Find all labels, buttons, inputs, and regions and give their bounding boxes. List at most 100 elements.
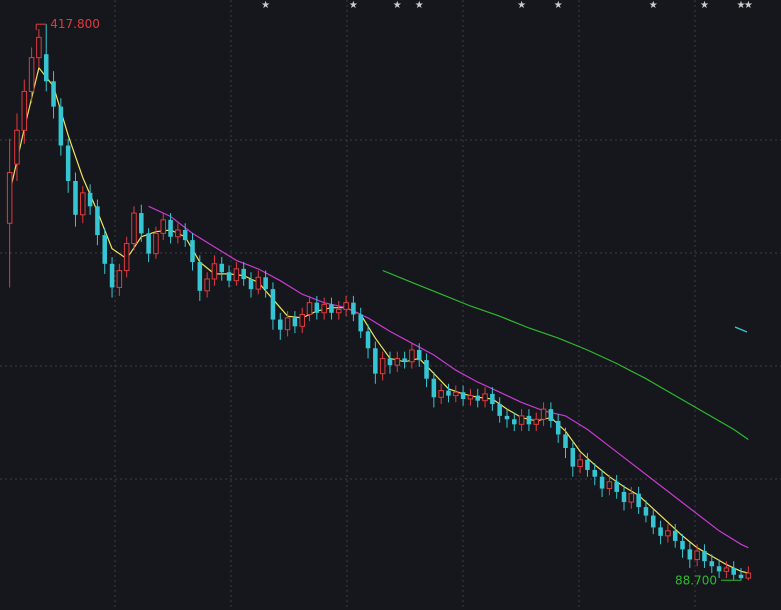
event-star-mark: ★ — [554, 0, 563, 11]
candle-body — [467, 395, 474, 400]
candle-body — [665, 530, 671, 537]
candle-body — [219, 263, 225, 273]
candle-body — [446, 390, 451, 396]
candle-body — [533, 418, 540, 425]
candle-body — [51, 81, 56, 107]
candle-body — [438, 390, 444, 398]
candle-body — [255, 276, 262, 290]
candle-body — [102, 235, 108, 264]
candle-body — [672, 530, 678, 541]
candle-body — [636, 493, 641, 508]
candle-body — [197, 262, 203, 291]
candle-body — [563, 434, 568, 448]
candle-body — [358, 314, 363, 332]
candle-body — [314, 302, 320, 313]
candle-body — [270, 289, 276, 320]
candle-body — [36, 36, 42, 59]
stock-chart: ★ ★ ★ ★ ★ ★ ★ ★ ★ ★ 417.800 88.700 — [0, 0, 781, 610]
candle-body — [226, 272, 232, 281]
candle-body — [284, 317, 291, 331]
candle-body — [738, 574, 744, 579]
candle-body — [233, 268, 240, 282]
candle-body — [723, 567, 730, 572]
candle-body — [745, 572, 752, 579]
candle-body — [592, 469, 598, 477]
candle-body — [204, 278, 210, 292]
candle-body — [14, 129, 20, 165]
candle-body — [606, 481, 613, 490]
candle-body — [504, 415, 510, 420]
candle-body — [373, 348, 378, 374]
candle-body — [73, 180, 78, 215]
event-star-mark: ★ — [349, 0, 358, 11]
candle-body — [182, 229, 188, 241]
candle-body — [277, 319, 283, 330]
candle-body — [146, 233, 151, 254]
candle-body — [379, 357, 386, 375]
candle-body — [526, 415, 532, 425]
candle-body — [6, 172, 13, 224]
candle-body — [548, 409, 554, 421]
candle-body — [475, 395, 481, 401]
candle-body — [460, 392, 466, 399]
candle-body — [555, 420, 561, 435]
candle-body — [658, 527, 663, 536]
candle-body — [599, 476, 605, 489]
candle-body — [490, 393, 495, 405]
candle-body — [263, 277, 268, 290]
candle-body — [585, 459, 590, 470]
candle-body — [58, 106, 64, 146]
event-star-mark: ★ — [517, 0, 526, 11]
candle-body — [123, 243, 130, 272]
event-star-mark: ★ — [649, 0, 658, 11]
candle-body — [680, 540, 685, 550]
candle-body — [709, 561, 715, 567]
candle-body — [570, 447, 576, 467]
candle-body — [211, 263, 218, 280]
candle-body — [190, 240, 195, 263]
event-star-mark: ★ — [415, 0, 424, 11]
event-star-mark: ★ — [261, 0, 270, 11]
candle-body — [351, 302, 356, 315]
candle-body — [248, 278, 254, 290]
candle-body — [394, 357, 401, 366]
candle-body — [109, 263, 115, 288]
candle-body — [139, 213, 144, 234]
candle-body — [87, 192, 93, 207]
candle-body — [540, 408, 547, 420]
candle-body — [650, 515, 656, 528]
max-price-label: 417.800 — [50, 17, 100, 31]
event-star-mark: ★ — [744, 0, 753, 11]
candle-body — [65, 145, 71, 181]
candle-body — [577, 459, 583, 468]
candle-body — [292, 317, 298, 327]
candle-body — [402, 358, 407, 362]
candle-body — [21, 90, 28, 131]
candle-body — [497, 404, 502, 416]
candle-body — [716, 566, 722, 572]
candle-body — [424, 360, 429, 379]
candle-body — [329, 304, 334, 313]
candle-body — [299, 313, 305, 327]
candle-body — [131, 212, 137, 245]
candle-body — [153, 232, 159, 255]
candle-body — [160, 219, 167, 234]
candle-body — [306, 302, 313, 315]
candle-body — [518, 415, 525, 425]
min-price-label: 88.700 — [675, 573, 717, 587]
candle-body — [687, 549, 693, 560]
candle-body — [628, 493, 635, 503]
candle-body — [343, 302, 349, 310]
candle-body — [702, 551, 707, 562]
candle-body — [321, 303, 327, 314]
candle-body — [409, 349, 415, 363]
candle-body — [731, 567, 736, 575]
candle-body — [416, 349, 422, 361]
candle-body — [387, 358, 393, 366]
candle-body — [431, 378, 437, 398]
candle-body — [453, 391, 459, 397]
candle-body — [512, 419, 517, 425]
candle-body — [116, 270, 123, 288]
candle-body — [80, 192, 86, 216]
candle-body — [614, 481, 619, 492]
